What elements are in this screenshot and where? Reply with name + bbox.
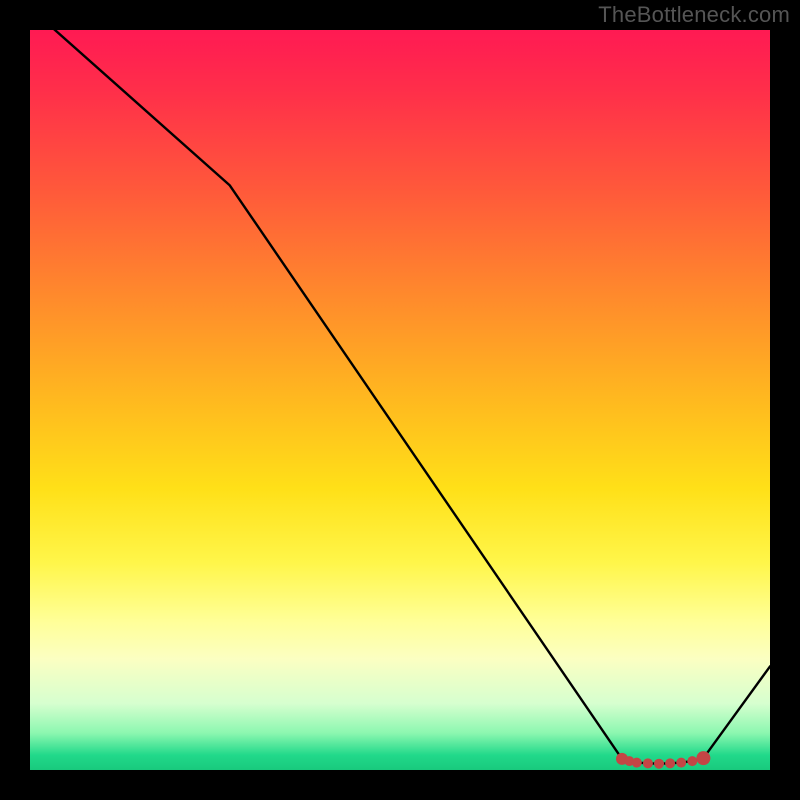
plot-area	[30, 30, 770, 770]
curve-marker-dot	[696, 751, 710, 765]
chart-svg	[30, 30, 770, 770]
curve-markers	[616, 751, 710, 769]
curve-marker-dot	[687, 756, 697, 766]
chart-stage: TheBottleneck.com	[0, 0, 800, 800]
curve-marker-dot	[643, 758, 653, 768]
curve-marker-dot	[632, 758, 642, 768]
curve-marker-dot	[665, 758, 675, 768]
curve-marker-dot	[654, 759, 664, 769]
watermark-text: TheBottleneck.com	[598, 2, 790, 28]
curve-marker-dot	[676, 758, 686, 768]
curve-line	[30, 30, 770, 764]
